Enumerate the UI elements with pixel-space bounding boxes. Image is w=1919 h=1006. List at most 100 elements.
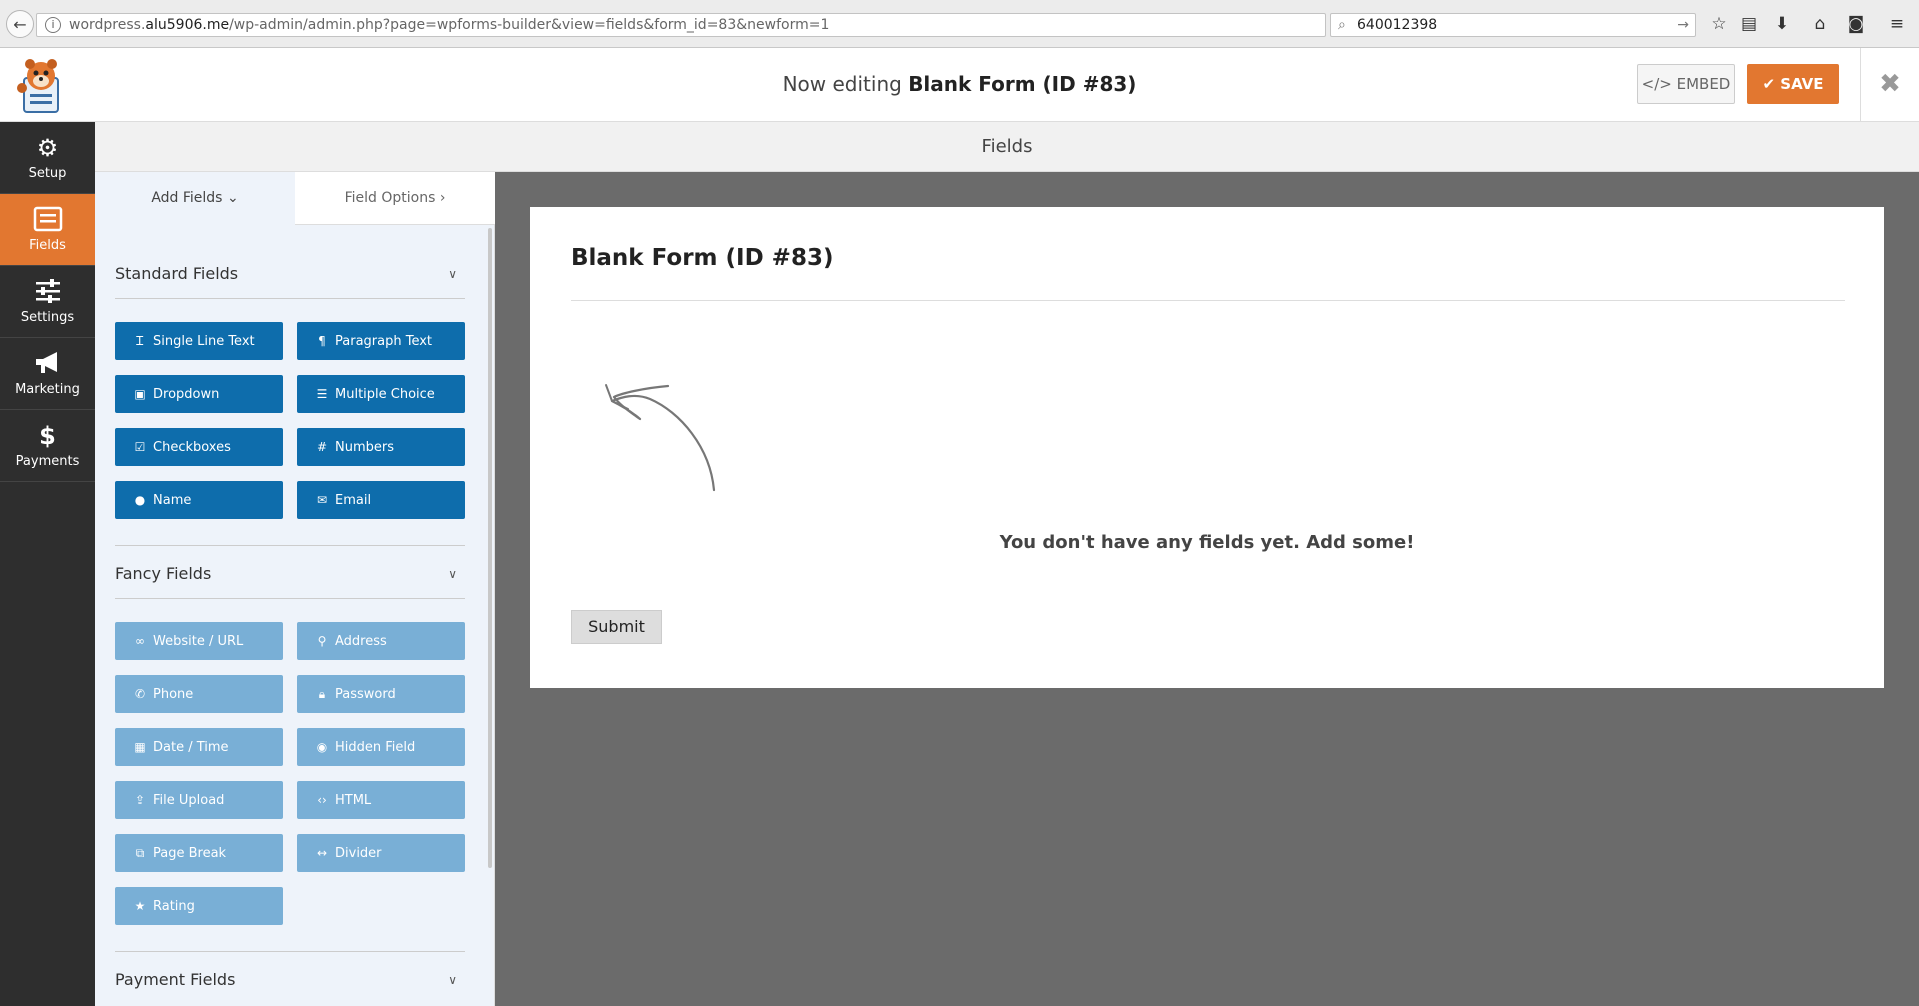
- field-button-password[interactable]: 🔒︎ Password: [297, 675, 465, 713]
- section-title: Payment Fields: [115, 970, 236, 989]
- pocket-icon[interactable]: ◙: [1844, 12, 1868, 36]
- editing-title: Now editing Blank Form (ID #83): [0, 72, 1919, 96]
- section-divider: [115, 545, 465, 546]
- field-button-label: Single Line Text: [153, 334, 255, 349]
- back-button[interactable]: ←: [6, 10, 34, 38]
- copy-icon: ⧉: [135, 846, 145, 860]
- field-button-label: Email: [335, 493, 372, 508]
- url-bar[interactable]: i wordpress.alu5906.me/wp-admin/admin.ph…: [36, 13, 1326, 37]
- field-button-label: Hidden Field: [335, 740, 416, 755]
- field-button-rating[interactable]: ★ Rating: [115, 887, 283, 925]
- empty-form-message: You don't have any fields yet. Add some!: [999, 532, 1415, 553]
- field-button-label: Checkboxes: [153, 440, 231, 455]
- field-button-label: Paragraph Text: [335, 334, 433, 349]
- field-button-label: File Upload: [153, 793, 225, 808]
- builder-header: Now editing Blank Form (ID #83) </> EMBE…: [0, 48, 1919, 122]
- field-button-dropdown[interactable]: ▣ Dropdown: [115, 375, 283, 413]
- checkbox-icon: ☑: [134, 440, 146, 454]
- field-button-page-break[interactable]: ⧉ Page Break: [115, 834, 283, 872]
- star-icon[interactable]: ☆: [1707, 12, 1731, 36]
- field-button-label: Website / URL: [153, 634, 244, 649]
- back-arrow-icon: ←: [13, 14, 27, 34]
- panel-title-bar: Fields: [95, 122, 1919, 172]
- section-title: Standard Fields: [115, 264, 239, 283]
- phone-icon: ✆: [134, 687, 146, 701]
- gear-icon: ⚙: [36, 134, 59, 162]
- envelope-icon: ✉: [316, 493, 328, 507]
- field-button-multiple-choice[interactable]: ☰ Multiple Choice: [297, 375, 465, 413]
- field-button-email[interactable]: ✉ Email: [297, 481, 465, 519]
- submit-button[interactable]: Submit: [571, 610, 662, 644]
- field-button-single-line-text[interactable]: Ꮖ Single Line Text: [115, 322, 283, 360]
- save-button[interactable]: ✔ SAVE: [1747, 64, 1839, 104]
- panel-tabs: Add Fields ⌄ Field Options ›: [95, 172, 495, 225]
- search-bar[interactable]: ⌕ 640012398 →: [1330, 13, 1696, 37]
- field-button-label: Phone: [153, 687, 194, 702]
- upload-icon: ⇪: [134, 793, 146, 807]
- chevron-down-icon: ⌄: [226, 190, 239, 206]
- field-button-label: Password: [335, 687, 396, 702]
- embed-button[interactable]: </> EMBED: [1637, 64, 1735, 104]
- url-prefix: wordpress.: [69, 17, 146, 33]
- code-icon: </>: [1641, 75, 1672, 93]
- check-icon: ✔: [1762, 75, 1776, 93]
- field-button-label: Dropdown: [153, 387, 220, 402]
- arrows-h-icon: ↔: [316, 846, 328, 860]
- sidebar-item-fields[interactable]: Fields: [0, 194, 95, 266]
- field-button-label: Multiple Choice: [335, 387, 435, 402]
- field-button-html[interactable]: ‹› HTML: [297, 781, 465, 819]
- panel-title: Fields: [981, 136, 1033, 157]
- builder-sidebar: ⚙ Setup Fields Settings Marketing $ Paym…: [0, 122, 95, 1006]
- search-input[interactable]: 640012398: [1357, 17, 1437, 33]
- field-button-date-time[interactable]: ▦ Date / Time: [115, 728, 283, 766]
- home-icon[interactable]: ⌂: [1808, 12, 1832, 36]
- hash-icon: #: [316, 440, 328, 454]
- paragraph-icon: ¶: [318, 334, 326, 348]
- field-button-name[interactable]: ● Name: [115, 481, 283, 519]
- fancy-fields-header[interactable]: Fancy Fields ∨: [115, 549, 465, 599]
- field-button-phone[interactable]: ✆ Phone: [115, 675, 283, 713]
- field-button-numbers[interactable]: # Numbers: [297, 428, 465, 466]
- sidebar-item-settings[interactable]: Settings: [0, 266, 95, 338]
- info-icon[interactable]: i: [45, 17, 61, 33]
- sidebar-item-payments[interactable]: $ Payments: [0, 410, 95, 482]
- field-button-label: Date / Time: [153, 740, 229, 755]
- sidebar-item-marketing[interactable]: Marketing: [0, 338, 95, 410]
- calendar-icon: ▦: [134, 740, 146, 754]
- field-button-website-url[interactable]: ∞ Website / URL: [115, 622, 283, 660]
- field-button-file-upload[interactable]: ⇪ File Upload: [115, 781, 283, 819]
- form-preview: Blank Form (ID #83) You don't have any f…: [530, 207, 1884, 688]
- field-button-label: Rating: [153, 899, 195, 914]
- download-icon[interactable]: ⬇: [1770, 12, 1794, 36]
- form-name: Blank Form (ID #83): [908, 72, 1137, 96]
- standard-fields-header[interactable]: Standard Fields ∨: [115, 249, 465, 299]
- field-button-label: Name: [153, 493, 192, 508]
- sidebar-item-label: Marketing: [15, 382, 80, 397]
- field-button-label: Page Break: [153, 846, 227, 861]
- reading-list-icon[interactable]: ▤: [1737, 12, 1761, 36]
- form-title[interactable]: Blank Form (ID #83): [571, 245, 833, 271]
- search-go-icon[interactable]: →: [1677, 14, 1689, 36]
- field-button-divider[interactable]: ↔ Divider: [297, 834, 465, 872]
- payment-fields-header[interactable]: Payment Fields ∨: [115, 955, 465, 1005]
- close-icon[interactable]: ✖: [1860, 48, 1919, 121]
- menu-icon[interactable]: ≡: [1885, 12, 1909, 36]
- sidebar-item-setup[interactable]: ⚙ Setup: [0, 122, 95, 194]
- chevron-down-icon: ∨: [448, 267, 457, 281]
- url-host: alu5906.me: [145, 17, 230, 33]
- field-button-label: HTML: [335, 793, 372, 808]
- link-icon: ∞: [135, 634, 145, 648]
- sidebar-item-label: Fields: [29, 238, 66, 253]
- sidebar-item-label: Payments: [15, 454, 80, 469]
- panel-scrollbar[interactable]: [488, 228, 492, 868]
- section-divider: [115, 951, 465, 952]
- field-button-checkboxes[interactable]: ☑ Checkboxes: [115, 428, 283, 466]
- field-button-hidden-field[interactable]: ◉ Hidden Field: [297, 728, 465, 766]
- tab-field-options[interactable]: Field Options ›: [295, 172, 495, 225]
- browser-toolbar: ← i wordpress.alu5906.me/wp-admin/admin.…: [0, 0, 1919, 48]
- sidebar-item-label: Settings: [20, 310, 75, 325]
- megaphone-icon: [33, 350, 63, 378]
- tab-add-fields[interactable]: Add Fields ⌄: [95, 172, 295, 225]
- field-button-address[interactable]: ⚲ Address: [297, 622, 465, 660]
- field-button-paragraph-text[interactable]: ¶ Paragraph Text: [297, 322, 465, 360]
